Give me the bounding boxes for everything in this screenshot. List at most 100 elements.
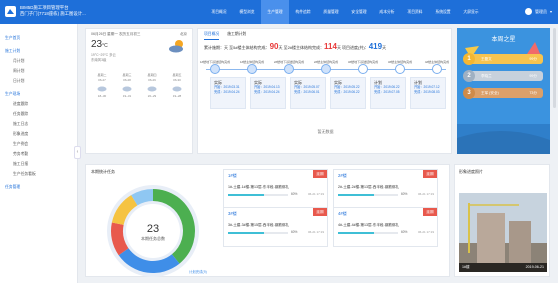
progress-fill [228, 232, 264, 234]
sidebar-item[interactable]: 生产现场 [0, 89, 77, 99]
building-time: 06-21 17:19 [418, 192, 435, 196]
nav-item[interactable]: 构件追踪 [289, 0, 317, 24]
building-card[interactable]: 3#楼 延期 3#-土建-3#楼-第15层-西半段-钢筋绑扎 60% 06-21 17:… [223, 207, 328, 247]
phase-end: 完成：2019.07.05 [374, 90, 400, 94]
phase-box[interactable]: 计划 开始：2019.07.12 完成：2019.08.03 [410, 77, 446, 109]
sidebar-item[interactable]: 施工日志 [0, 119, 77, 129]
nav-item[interactable]: 大屏显示 [457, 0, 485, 24]
star-title: 本周之星 [491, 37, 516, 43]
timeline-node[interactable] [432, 64, 442, 74]
phase-box[interactable]: 实际 开始：2019.03.31 完成：2019.04.24 [210, 77, 246, 109]
phase-box[interactable]: 实际 开始：2019.04.13 完成：2019.04.24 [250, 77, 286, 109]
sidebar-item[interactable]: 施工日报 [0, 159, 77, 169]
main-nav: 项目概况 模型浏览 生产管理 构件追踪 质量管理 安全管理 成本分析 项目资料 系统设置 大屏显示 [205, 0, 485, 24]
progress-percent: 60% [401, 192, 408, 196]
sidebar-item[interactable]: 任务跟踪 [0, 109, 77, 119]
building-card[interactable]: 4#楼 延期 4#-土建-4#楼-第13层-东半段-钢筋绑扎 60% 06-21 17:… [333, 207, 438, 247]
nav-item[interactable]: 生产管理 [261, 0, 289, 24]
timeline-node[interactable] [247, 64, 257, 74]
sidebar: 生产首页施工计划 月计划 周计划 日计划生产现场 进度跟踪 任务跟踪 施工日志 形象进度 生产例… [0, 24, 78, 283]
delay-badge: 延期 [313, 170, 327, 178]
weather-date: 06月26日 星期一 农历五月初三 [91, 32, 141, 36]
building-task: 3#-土建-3#楼-第15层-西半段-钢筋绑扎 [228, 223, 290, 227]
timeline-node-label: 1#楼主体结构完成 [239, 60, 265, 64]
delay-badge: 延期 [313, 208, 327, 216]
logo-icon [5, 6, 16, 17]
phase-box[interactable]: 实际 开始：2019.05.07 完成：2019.06.01 [290, 77, 326, 109]
project-schedule-card: 项目概况 施工期计划 累计施期：天 至5#楼主体结构完成：90天 至2#楼主体结… [197, 28, 452, 154]
timeline-node[interactable] [395, 64, 405, 74]
collapse-sidebar-button[interactable]: ‹ [74, 146, 81, 159]
building-name: 4#楼 [338, 211, 347, 216]
sidebar-item[interactable]: 生产例会 [0, 139, 77, 149]
sidebar-item[interactable]: 周计划 [0, 66, 77, 76]
task-stats-card: 本期统计任务 23 本期任务总数 计划完成(9) 1#楼 延期 1#-土建-1#楼-第1… [85, 164, 450, 277]
phase-box[interactable]: 计划 开始：2019.06.22 完成：2019.07.05 [370, 77, 406, 109]
rank-score: 73分 [529, 91, 537, 95]
forecast-day: 星期五 06-30 19~28 [167, 73, 187, 99]
building-time: 06-21 17:19 [308, 230, 325, 234]
sidebar-item[interactable]: 劳务考勤 [0, 149, 77, 159]
weather-temp: 23°C [91, 39, 108, 50]
forecast-day: 星期二 06-27 18~30 [92, 73, 112, 99]
timeline-node[interactable] [284, 64, 294, 74]
nav-item[interactable]: 系统设置 [429, 0, 457, 24]
nav-item[interactable]: 安全管理 [345, 0, 373, 24]
tab-project[interactable]: 项目概况 [204, 32, 220, 40]
nav-item[interactable]: 项目概况 [205, 0, 233, 24]
sidebar-item[interactable]: 月计划 [0, 56, 77, 66]
sidebar-item[interactable]: 进度跟踪 [0, 99, 77, 109]
forecast-range: 20~29 [147, 94, 157, 98]
nav-item[interactable]: 质量管理 [317, 0, 345, 24]
medal-icon: 1 [463, 53, 475, 65]
timeline-node[interactable] [321, 64, 331, 74]
building-name: 3#楼 [228, 211, 237, 216]
forecast-date: 06-29 [148, 77, 156, 82]
scrollbar[interactable] [553, 28, 556, 108]
construction-photo[interactable]: 1#楼 2019-06-21 [459, 193, 547, 272]
nav-item[interactable]: 成本分析 [373, 0, 401, 24]
phase-end: 完成：2019.04.24 [254, 90, 280, 94]
delay-badge: 延期 [423, 208, 437, 216]
timeline-node[interactable] [358, 64, 368, 74]
nav-item[interactable]: 项目资料 [401, 0, 429, 24]
avatar [524, 8, 532, 15]
sidebar-item[interactable]: 生产任务看板 [0, 169, 77, 179]
phase-box[interactable]: 实际 开始：2019.05.22 完成：2019.06.22 [330, 77, 366, 109]
sidebar-item[interactable]: 施工计划 [0, 46, 77, 56]
sidebar-item[interactable]: 任务管理 [0, 182, 77, 192]
star-rank[interactable]: 2 李晓兰 99分 [463, 70, 543, 82]
partly-cloudy-icon [169, 40, 183, 53]
donut-note: 计划完成(9) [189, 269, 207, 274]
nav-item[interactable]: 模型浏览 [233, 0, 261, 24]
building-task: 2#-土建-2#楼-第13层-西半段-钢筋绑扎 [338, 185, 400, 189]
star-rank[interactable]: 1 王磊文 99分 [463, 53, 543, 65]
building-card[interactable]: 2#楼 延期 2#-土建-2#楼-第13层-西半段-钢筋绑扎 60% 06-21 17:… [333, 169, 438, 209]
user-name: 管理员 [534, 8, 547, 14]
user-menu[interactable]: 管理员 ▾ [524, 8, 552, 15]
sidebar-item[interactable]: 日计划 [0, 76, 77, 86]
progress-percent: 60% [291, 230, 298, 234]
forecast-day: 星期三 06-28 19~31 [117, 73, 137, 99]
progress-fill [338, 194, 374, 196]
building-card[interactable]: 1#楼 延期 1#-土建-1#楼-第13层-东半段-钢筋绑扎 60% 06-21 17:… [223, 169, 328, 209]
empty-text: 暂无数据 [317, 129, 334, 134]
sidebar-item[interactable]: 形象进度 [0, 129, 77, 139]
weekly-star-card: 本周之星 1 王磊文 99分 2 李晓兰 99分 3 王军 (安全) 73分 [457, 28, 550, 154]
sidebar-item[interactable]: 生产首页 [0, 33, 77, 43]
star-rank[interactable]: 3 王军 (安全) 73分 [463, 87, 543, 99]
tab-plan[interactable]: 施工期计划 [227, 32, 246, 40]
construction-image [459, 193, 547, 272]
phase-end: 完成：2019.08.03 [414, 90, 440, 94]
rank-name: 李晓兰 [481, 74, 492, 78]
timeline-node[interactable] [210, 64, 220, 74]
delay-badge: 延期 [423, 170, 437, 178]
donut-total-label: 本期任务总数 [141, 235, 165, 241]
progress-bar [338, 232, 398, 234]
phase-end: 完成：2019.06.01 [294, 90, 320, 94]
timeline-node-label: 4#楼主体结构完成 [424, 60, 450, 64]
phase-end: 完成：2019.06.22 [334, 90, 360, 94]
progress-fill [338, 232, 374, 234]
progress-fill [228, 194, 264, 196]
timeline-node-label: 2#楼主体结构完成 [313, 60, 339, 64]
